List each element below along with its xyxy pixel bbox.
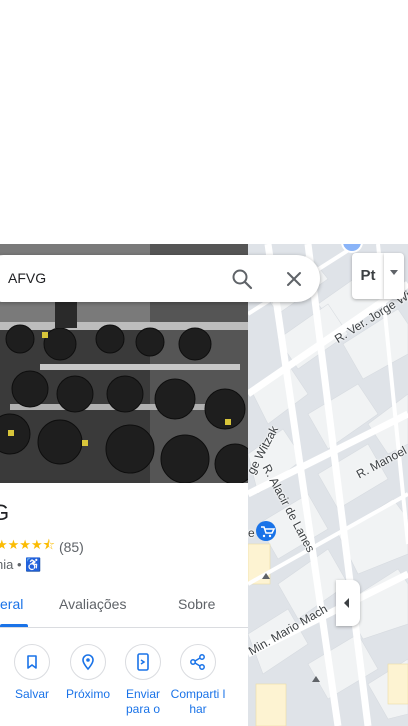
tab-about[interactable]: Sobre [178,596,215,612]
share-icon [180,644,216,680]
place-tabs: eral Avaliações Sobre [0,584,248,628]
category-row: nia • ♿ [0,557,41,573]
layer-dropdown-icon[interactable] [384,253,404,299]
search-input[interactable]: AFVG [8,270,46,286]
accessibility-icon: ♿ [25,557,42,572]
tab-underline [0,624,28,627]
layer-button[interactable]: Pt [352,253,384,299]
send-to-phone-icon [125,644,161,680]
share-button[interactable]: Comparti lhar [170,644,226,717]
street-label: e [248,526,255,540]
tab-reviews[interactable]: Avaliações [59,596,126,612]
tab-overview[interactable]: eral [0,596,23,612]
collapse-panel-button[interactable] [336,580,360,626]
share-label: Comparti lhar [170,687,226,716]
rating-row[interactable]: ★★★★⯪ (85) [0,536,84,558]
nearby-button[interactable]: Próximo [60,644,116,702]
nearby-label: Próximo [65,687,110,701]
save-label: Salvar [14,687,49,701]
star-rating-icon: ★★★★⯪ [0,537,55,552]
close-icon[interactable] [282,267,306,291]
blank-area [0,0,408,244]
send-to-phone-label: Enviar para o smartph [125,687,161,716]
place-category: nia • [0,557,22,572]
review-count[interactable]: (85) [59,539,84,555]
search-box[interactable]: AFVG [0,255,320,302]
save-button[interactable]: Salvar [4,644,60,702]
search-icon[interactable] [230,267,254,291]
place-title: G [0,500,10,525]
bookmark-icon [14,644,50,680]
nearby-icon [70,644,106,680]
map-canvas[interactable]: R. Ver. Jorge Wi ge Witzak R. Manoel R. … [248,244,408,726]
send-to-phone-button[interactable]: Enviar para o smartph [115,644,171,717]
